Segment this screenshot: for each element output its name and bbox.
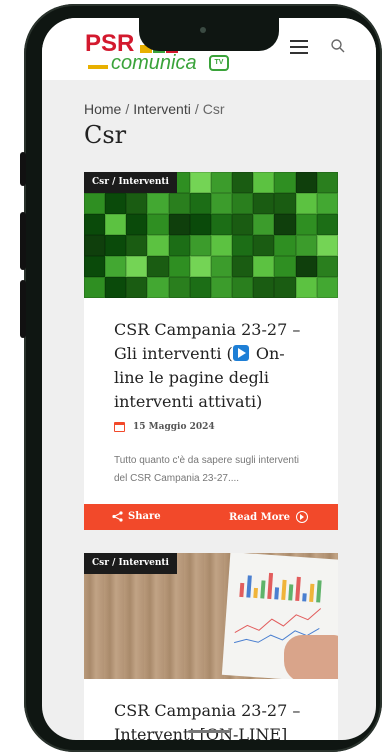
- breadcrumb-home-link[interactable]: Home: [84, 101, 121, 117]
- arrow-circle-icon: [296, 511, 308, 523]
- read-more-button[interactable]: Read More: [229, 511, 308, 523]
- share-icon: [112, 511, 123, 522]
- phone-volume-down-button: [20, 280, 26, 338]
- phone-volume-up-button: [20, 212, 26, 270]
- breadcrumb: Home / Interventi / Csr: [84, 101, 225, 117]
- breadcrumb-separator: /: [194, 101, 199, 117]
- logo-tv-badge: TV: [209, 55, 229, 71]
- home-indicator: [188, 730, 230, 733]
- post-title[interactable]: CSR Campania 23-27 – Gli interventi ( On…: [114, 318, 314, 414]
- post-thumbnail[interactable]: Csr / Interventi: [84, 172, 338, 298]
- post-body: CSR Campania 23-27 – Interventi [ON-LINE]: [114, 699, 314, 740]
- pointing-hand-image: [284, 635, 338, 679]
- camera-icon: [200, 27, 206, 33]
- page-title: Csr: [84, 121, 127, 149]
- post-excerpt: Tutto quanto c'è da sapere sugli interve…: [114, 455, 299, 484]
- post-title[interactable]: CSR Campania 23-27 – Interventi [ON-LINE]: [114, 699, 314, 740]
- calendar-icon: [114, 422, 125, 432]
- phone-notch: [139, 18, 279, 51]
- share-button[interactable]: Share: [112, 511, 161, 522]
- post-title-text: CSR Campania 23-27 –: [114, 701, 301, 720]
- breadcrumb-separator: /: [125, 101, 130, 117]
- read-more-label: Read More: [229, 511, 290, 523]
- hamburger-icon[interactable]: [290, 40, 308, 54]
- share-label: Share: [128, 511, 161, 522]
- post-category-badge[interactable]: Csr / Interventi: [84, 172, 177, 193]
- post-thumbnail[interactable]: Csr / Interventi: [84, 553, 338, 679]
- logo-dash: [88, 65, 108, 69]
- logo-comunica-text: comunica: [111, 52, 197, 74]
- phone-side-button: [20, 152, 26, 186]
- breadcrumb-interventi-link[interactable]: Interventi: [133, 101, 191, 117]
- post-card: Csr / Interventi CSR Campania 23-27 – Int…: [84, 553, 338, 740]
- post-body: CSR Campania 23-27 – Gli interventi ( On…: [114, 318, 314, 488]
- post-category-badge[interactable]: Csr / Interventi: [84, 553, 177, 574]
- post-card: Csr / Interventi CSR Campania 23-27 – Gl…: [84, 172, 338, 530]
- post-date: 15 Maggio 2024: [114, 422, 314, 432]
- breadcrumb-current: Csr: [202, 101, 225, 117]
- play-icon: [232, 345, 249, 361]
- post-footer: Share Read More: [84, 504, 338, 530]
- search-icon[interactable]: [330, 38, 346, 54]
- phone-screen: PSR comunica TV Home / Interventi / Csr Csr …: [42, 18, 376, 740]
- post-date-text: 15 Maggio 2024: [133, 422, 215, 432]
